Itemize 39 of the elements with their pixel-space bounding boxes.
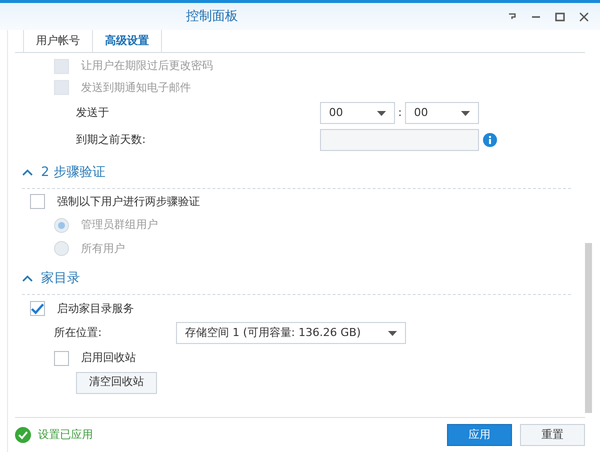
checkbox-label: 启用回收站 [81,350,136,366]
status-message: 设置已应用 [38,426,93,443]
dropdown[interactable]: 00 [405,102,479,124]
dropdown[interactable]: 存储空间 1 (可用容量: 136.26 GB) [176,322,406,344]
radio-label: 管理员群组用户 [81,217,158,233]
window-title: 控制面板 [186,8,238,26]
tab[interactable]: 高级设置 [93,30,162,52]
empty-recycle-bin-button[interactable]: 清空回收站 [76,372,157,394]
info-icon[interactable] [483,133,497,147]
field-label: 所在位置: [54,324,103,341]
checkbox-label: 发送到期通知电子邮件 [81,80,191,96]
checkbox[interactable] [54,350,69,366]
chevron-icon[interactable] [22,275,33,282]
checkbox[interactable] [30,194,45,210]
field-label: 到期之前天数: [76,132,147,148]
caret-icon [461,110,470,116]
time-separator: : [397,104,403,121]
radio-label: 所有用户 [81,240,125,256]
checkbox-label: 启动家目录服务 [57,300,134,316]
radio-button[interactable] [54,218,69,233]
close-icon[interactable] [578,10,590,22]
success-icon [15,427,31,443]
input-field[interactable] [320,129,479,151]
caret-icon [388,330,397,336]
scrollbar-thumb[interactable] [585,243,592,413]
section-title: 家目录 [41,270,80,288]
checkbox-label: 让用户在期限过后更改密码 [81,58,213,74]
section-title: 2 步骤验证 [41,164,106,182]
caret-icon [377,110,386,116]
checkbox-label: 强制以下用户进行两步骤验证 [57,194,200,210]
radio-button[interactable] [54,241,69,256]
field-label: 发送于 [76,104,110,121]
apply-button[interactable]: 应用 [447,424,512,446]
chevron-icon[interactable] [22,169,33,176]
dropdown[interactable]: 00 [320,102,395,124]
maximize-icon[interactable] [554,10,566,22]
reset-button[interactable]: 重置 [520,424,585,446]
tab[interactable]: 用户帐号 [23,30,93,52]
checkbox[interactable] [30,301,45,316]
